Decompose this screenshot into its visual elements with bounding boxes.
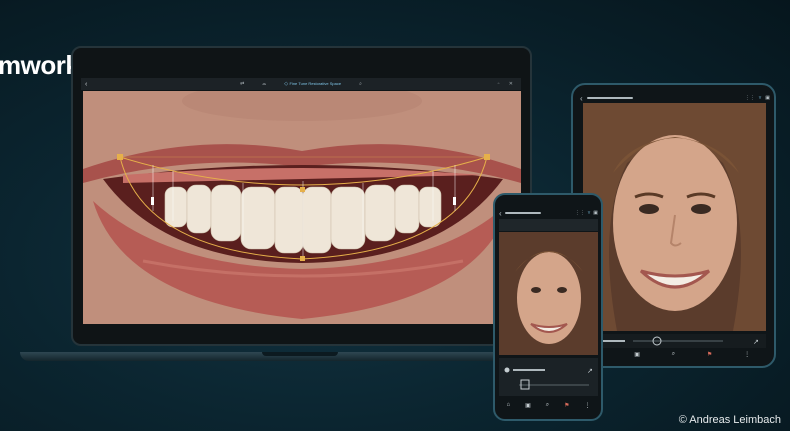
arch-icon[interactable]: ⌓ (262, 81, 266, 87)
folder-icon[interactable]: ▣ (525, 402, 531, 409)
grid-icon[interactable]: ⋮⋮ (745, 95, 755, 101)
page-heading: mwork (0, 50, 80, 80)
svg-text:↗: ↗ (753, 338, 759, 346)
photo-credit: © Andreas Leimbach (678, 414, 781, 426)
swap-icon[interactable]: ⇄ (240, 81, 244, 87)
phone-bottom-nav: ⌂ ▣ ⌕ ⚑ ⋮ (499, 398, 598, 412)
smile-image (83, 91, 521, 324)
portrait-image-small (499, 232, 598, 355)
flag-icon[interactable]: ⚑ (707, 351, 712, 358)
search-icon[interactable]: ⌕ (359, 81, 362, 87)
search-icon[interactable]: ⌕ (546, 402, 549, 409)
filter-icon[interactable]: ▿ (759, 95, 762, 101)
portrait-photo-small[interactable] (499, 232, 598, 355)
laptop-bottom-bar (83, 324, 521, 344)
gallery-icon[interactable]: ▣ (593, 210, 598, 216)
phone-control-panel: ↗ (499, 358, 598, 396)
title-placeholder (504, 212, 541, 214)
tooth-icon: ◇ (284, 81, 289, 87)
back-icon[interactable]: ‹ (580, 94, 583, 103)
home-icon[interactable]: ⌂ (506, 402, 510, 408)
more-icon[interactable]: ⋮ (584, 402, 590, 409)
laptop-toolbar: ‹ ⇄ ⌓ ◇ Fine Tune Restorative Space ⌕ ▫ … (81, 78, 521, 90)
phone-subbar (499, 219, 598, 231)
grid-icon[interactable]: ⋮⋮ (575, 210, 585, 216)
back-icon[interactable]: ‹ (499, 209, 502, 218)
phone-controls: ↗ (504, 367, 593, 390)
phone-toolbar: ‹ ⋮⋮ ▿ ▣ (499, 208, 598, 218)
portrait-image (583, 103, 766, 331)
toolbar-title: Fine Tune Restorative Space (289, 81, 342, 86)
filter-icon[interactable]: ▿ (588, 210, 591, 216)
portrait-photo[interactable] (583, 103, 766, 331)
fine-tune-tab[interactable]: ◇ Fine Tune Restorative Space (284, 81, 341, 87)
slider-track: ↗ (603, 336, 759, 346)
flag-icon[interactable]: ⚑ (564, 402, 569, 409)
tablet-slider[interactable]: ↗ (583, 334, 766, 348)
tablet-bottom-nav: ⌂ ▣ ⌕ ⚑ ⋮ (583, 348, 766, 360)
more-icon[interactable]: ⋮ (744, 351, 750, 358)
title-placeholder (586, 97, 633, 99)
smile-canvas[interactable] (83, 91, 521, 324)
folder-icon[interactable]: ▣ (634, 351, 640, 358)
svg-text:↗: ↗ (587, 367, 593, 375)
gallery-icon[interactable]: ▣ (765, 95, 770, 101)
tablet-toolbar: ‹ ⋮⋮ ▿ ▣ (580, 93, 770, 103)
search-icon[interactable]: ⌕ (672, 351, 675, 358)
back-icon[interactable]: ‹ (85, 81, 87, 88)
window-controls[interactable]: ▫ ✕ (498, 81, 517, 87)
laptop-notch (262, 352, 338, 356)
